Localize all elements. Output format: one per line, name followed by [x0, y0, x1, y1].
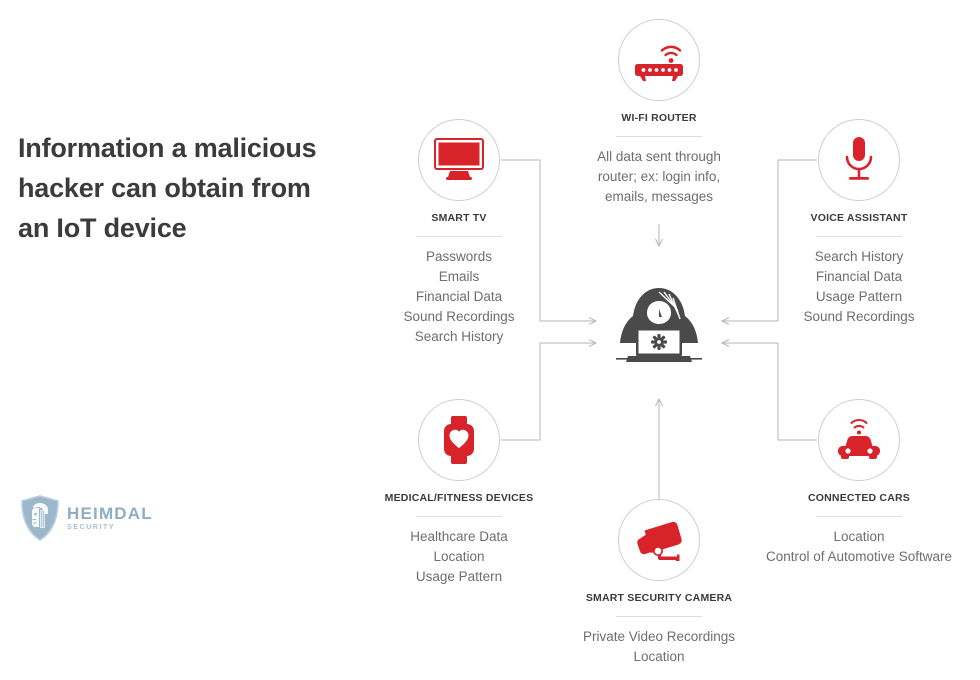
wifi-router-circle — [618, 19, 700, 101]
node-wifi-router: WI-FI ROUTER All data sent through route… — [559, 19, 759, 207]
voice-assistant-items: Search History Financial Data Usage Patt… — [759, 247, 959, 327]
list-item: Location — [833, 529, 885, 544]
microphone-icon — [845, 137, 873, 180]
page-title: Information a malicious hacker can obtai… — [18, 133, 317, 243]
voice-assistant-circle — [818, 119, 900, 201]
connected-cars-divider — [816, 516, 902, 517]
list-item: Sound Recordings — [403, 309, 515, 324]
medical-fitness-divider — [416, 516, 502, 517]
node-medical-fitness-devices: MEDICAL/FITNESS DEVICES Healthcare Data … — [359, 399, 559, 587]
wifi-router-icon — [635, 45, 683, 81]
brand-logo: HEIMDAL SECURITY — [20, 494, 180, 542]
smart-tv-label: SMART TV — [431, 212, 487, 224]
smart-tv-items: Passwords Emails Financial Data Sound Re… — [359, 247, 559, 347]
brand-tagline: SECURITY — [67, 524, 116, 531]
shield-viking-icon — [21, 495, 59, 541]
list-item: Healthcare Data — [410, 529, 508, 544]
list-item: Location — [433, 549, 485, 564]
list-item: router; ex: login info, — [597, 169, 721, 184]
list-item: Search History — [814, 249, 904, 264]
wifi-router-items: All data sent through router; ex: login … — [559, 147, 759, 207]
smartwatch-heart-icon — [444, 416, 474, 464]
connected-cars-label: CONNECTED CARS — [808, 492, 910, 504]
voice-assistant-label: VOICE ASSISTANT — [810, 212, 908, 224]
voice-assistant-divider — [816, 236, 902, 237]
smart-tv-divider — [416, 236, 502, 237]
list-item: Location — [633, 649, 685, 664]
list-item: Usage Pattern — [415, 569, 503, 584]
node-smart-security-camera: SMART SECURITY CAMERA Private Video Reco… — [559, 499, 759, 667]
connected-cars-circle — [818, 399, 900, 481]
cctv-camera-icon — [637, 521, 682, 561]
car-wifi-icon — [838, 419, 880, 459]
list-item: All data sent through — [597, 149, 721, 164]
brand-name: HEIMDAL — [67, 504, 153, 523]
list-item: Emails — [438, 269, 480, 284]
list-item: Private Video Recordings — [582, 629, 736, 644]
medical-fitness-items: Healthcare Data Location Usage Pattern — [359, 527, 559, 587]
list-item: Sound Recordings — [803, 309, 915, 324]
list-item: Passwords — [425, 249, 493, 264]
smart-tv-circle — [418, 119, 500, 201]
medical-fitness-circle — [418, 399, 500, 481]
list-item: Financial Data — [815, 269, 903, 284]
node-smart-tv: SMART TV Passwords Emails Financial Data… — [359, 119, 559, 347]
medical-fitness-label: MEDICAL/FITNESS DEVICES — [384, 492, 534, 504]
security-camera-divider — [616, 616, 702, 617]
wifi-router-divider — [616, 136, 702, 137]
security-camera-circle — [618, 499, 700, 581]
television-icon — [434, 138, 484, 180]
list-item: Control of Automotive Software — [765, 549, 953, 564]
security-camera-label: SMART SECURITY CAMERA — [585, 592, 733, 604]
list-item: emails, messages — [604, 189, 714, 204]
list-item: Financial Data — [415, 289, 503, 304]
security-camera-items: Private Video Recordings Location — [559, 627, 759, 667]
malicious-hacker-icon — [614, 285, 704, 370]
node-connected-cars: CONNECTED CARS Location Control of Autom… — [759, 399, 959, 567]
node-voice-assistant: VOICE ASSISTANT Search History Financial… — [759, 119, 959, 327]
wifi-router-label: WI-FI ROUTER — [621, 112, 697, 124]
list-item: Search History — [414, 329, 504, 344]
connected-cars-items: Location Control of Automotive Software — [759, 527, 959, 567]
list-item: Usage Pattern — [815, 289, 903, 304]
